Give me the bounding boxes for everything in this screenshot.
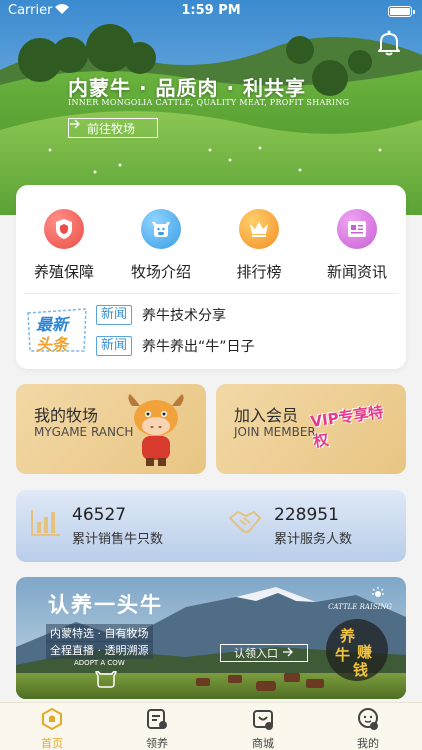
adopt-entry-label: 认领入口: [234, 647, 278, 660]
tab-label: 领养: [146, 737, 168, 750]
divider: [24, 293, 398, 294]
clock-label: 1:59 PM: [181, 3, 241, 18]
handshake-icon: [228, 508, 262, 542]
adopt-entry-button[interactable]: 认领入口: [220, 644, 308, 662]
hero-title: 内蒙牛 · 品质肉 · 利共享: [68, 76, 307, 100]
join-member-title: 加入会员: [234, 406, 299, 425]
stat-label: 累计服务人数: [274, 532, 353, 547]
join-member-card[interactable]: 加入会员 JOIN MEMBER VIP专享特权: [216, 384, 406, 474]
tab-label: 我的: [357, 737, 379, 750]
status-bar: Carrier 1:59 PM: [0, 0, 422, 22]
vip-art-text: VIP专享特权: [309, 402, 385, 451]
news-icon: [337, 209, 377, 249]
sun-icon: [370, 585, 386, 604]
news-item[interactable]: 新闻 养牛技术分享: [96, 304, 226, 326]
tab-home[interactable]: 首页: [22, 707, 82, 750]
tab-shop[interactable]: 商城: [233, 707, 293, 750]
tab-label: 商城: [252, 737, 274, 750]
shield-icon: [44, 209, 84, 249]
hero-subtitle: INNER MONGOLIA CATTLE, QUALITY MEAT, PRO…: [68, 98, 350, 107]
news-item[interactable]: 新闻 养牛养出“牛”日子: [96, 335, 255, 357]
news-tag: 新闻: [96, 305, 133, 325]
battery-icon: [388, 6, 415, 17]
quick-nav-card: 养殖保障 牧场介绍 排行榜 新闻资讯 最新 头条 新闻 养牛技术分享 新闻 养牛…: [16, 185, 406, 369]
nav-leaderboard[interactable]: 排行榜: [214, 209, 304, 282]
cow-icon: [141, 209, 181, 249]
hero-landscape-image: [0, 0, 422, 215]
bottom-tab-bar: 首页 领养 商城 我的: [0, 702, 422, 750]
nav-label: 养殖保障: [33, 263, 94, 281]
crown-icon: [239, 209, 279, 249]
tab-profile[interactable]: 我的: [338, 707, 398, 750]
adopt-cow-banner[interactable]: 认养一头牛 内蒙特选 · 自有牧场 全程直播 · 透明溯源 ADOPT A CO…: [16, 577, 406, 699]
headline-badge-line2: 头条: [36, 335, 69, 354]
nav-breeding-guarantee[interactable]: 养殖保障: [19, 209, 109, 282]
vip-artwork: VIP专享特权: [308, 392, 400, 463]
my-ranch-card[interactable]: 我的牧场 MYGAME RANCH: [16, 384, 206, 474]
nav-label: 新闻资讯: [326, 263, 387, 281]
stat-label: 累计销售牛只数: [72, 532, 164, 547]
nav-label: 牧场介绍: [130, 263, 191, 281]
bell-icon[interactable]: [374, 28, 404, 58]
shop-icon: [251, 707, 275, 731]
news-tag: 新闻: [96, 336, 133, 356]
hero-banner: Carrier 1:59 PM 内蒙牛 · 品质肉 · 利共享 INNER MO…: [0, 0, 422, 215]
stat-cattle-sold: 46527 累计销售牛只数: [72, 505, 163, 547]
raise-cattle-seal: 养 牛 赚 钱: [326, 619, 388, 681]
seal-char: 养: [340, 627, 356, 645]
nav-news[interactable]: 新闻资讯: [312, 209, 402, 282]
seal-char: 钱: [353, 661, 369, 679]
arrow-right-icon: [282, 647, 294, 660]
stat-people-served: 228951 累计服务人数: [274, 505, 352, 547]
cow-outline-icon: [94, 669, 118, 693]
stat-value: 228951: [274, 505, 339, 525]
go-to-ranch-label: 前往牧场: [86, 121, 135, 136]
adopt-icon: [145, 707, 169, 731]
banner-title: 认养一头牛: [48, 592, 163, 617]
banner-tagline-1: 内蒙特选 · 自有牧场: [46, 624, 153, 642]
profile-icon: [356, 707, 380, 731]
seal-char: 牛: [335, 646, 351, 664]
headline-badge: 最新 头条: [24, 305, 90, 355]
tab-label: 首页: [41, 737, 63, 750]
banner-brand-text: CATTLE RAISING: [328, 603, 392, 611]
news-title: 养牛养出“牛”日子: [142, 339, 255, 355]
cartoon-cow-illustration: [128, 394, 184, 466]
stat-value: 46527: [72, 505, 127, 525]
my-ranch-subtitle: MYGAME RANCH: [34, 425, 134, 439]
banner-caption: ADOPT A COW: [74, 659, 125, 667]
bar-chart-icon: [30, 508, 62, 542]
tab-adopt[interactable]: 领养: [127, 707, 187, 750]
my-ranch-title: 我的牧场: [34, 406, 99, 425]
nav-label: 排行榜: [236, 263, 282, 281]
nav-ranch-intro[interactable]: 牧场介绍: [116, 209, 206, 282]
go-to-ranch-button[interactable]: 前往牧场: [68, 118, 158, 138]
banner-tagline-2: 全程直播 · 透明溯源: [46, 641, 153, 659]
stats-card: 46527 累计销售牛只数 228951 累计服务人数: [16, 490, 406, 562]
news-title: 养牛技术分享: [142, 308, 227, 324]
home-icon: [40, 707, 64, 731]
